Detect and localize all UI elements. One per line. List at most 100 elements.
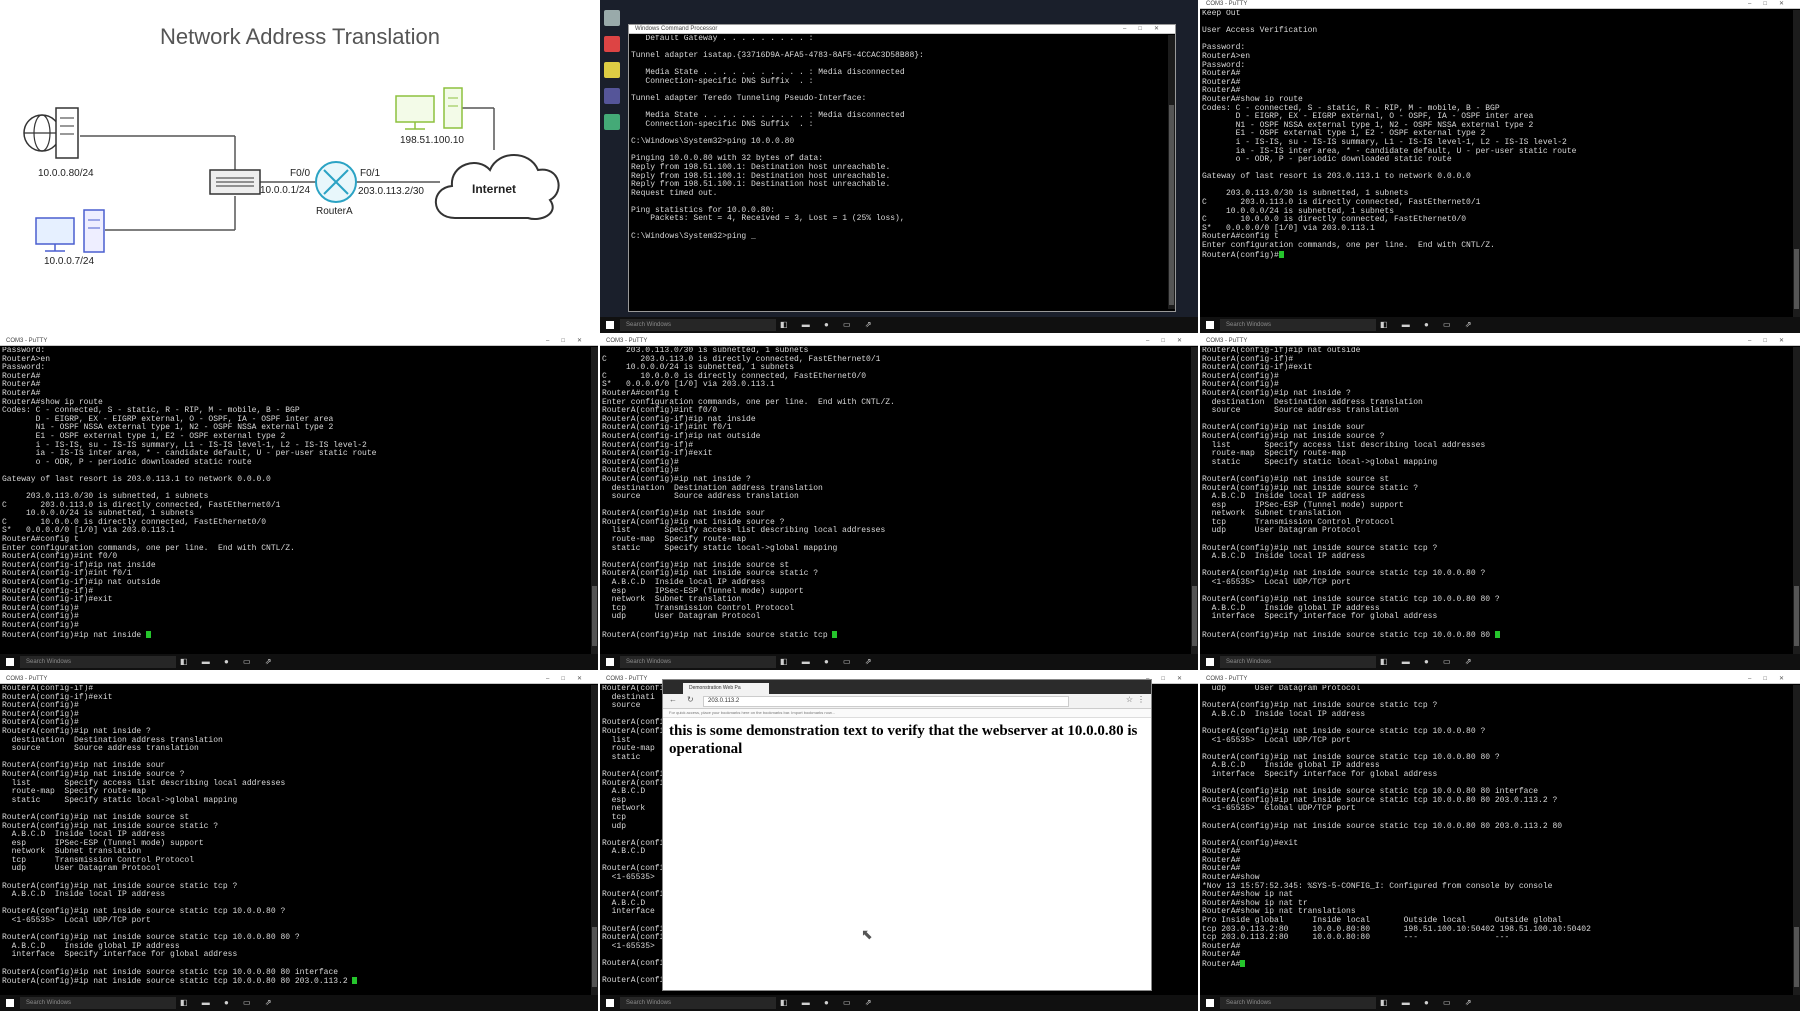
start-button[interactable] bbox=[1206, 658, 1214, 666]
putty-output[interactable]: RouterA(config-if)# RouterA(config-if)#e… bbox=[2, 685, 590, 991]
desktop-icons bbox=[602, 2, 624, 140]
taskbar: Search Windows ◧ ▬ ● ▭ ⇗ bbox=[1200, 995, 1800, 1011]
browser-tab-strip: Demonstration Web Pa bbox=[663, 680, 1151, 694]
putty-scrollbar[interactable] bbox=[591, 685, 598, 995]
start-button[interactable] bbox=[1206, 999, 1214, 1007]
taskbar-apps[interactable]: ◧ ▬ ● ▭ ⇗ bbox=[780, 658, 878, 666]
putty-titlebar[interactable]: COM3 - PuTTY –□✕ bbox=[1200, 675, 1800, 684]
browser-window[interactable]: Demonstration Web Pa ← ↻ 203.0.113.2 ☆ ⋮… bbox=[662, 679, 1152, 991]
mouse-pointer: ⬉ bbox=[861, 926, 873, 942]
taskbar-search[interactable]: Search Windows bbox=[1220, 319, 1376, 331]
taskbar-apps[interactable]: ◧ ▬ ● ▭ ⇗ bbox=[780, 999, 878, 1007]
putty-window-2: COM3 - PuTTY –□✕ Password: RouterA>en Pas… bbox=[0, 337, 598, 670]
taskbar: Search Windows ◧ ▬ ● ▭ ⇗ bbox=[1200, 317, 1800, 333]
putty-output[interactable]: 203.0.113.0/30 is subnetted, 1 subnets C… bbox=[602, 347, 1190, 650]
putty-scrollbar[interactable] bbox=[591, 347, 598, 654]
nat-diagram-slide: Network Address Translation 10.0.0.80/24… bbox=[0, 0, 598, 333]
taskbar-search[interactable]: Search Windows bbox=[1220, 997, 1376, 1009]
taskbar-search[interactable]: Search Windows bbox=[20, 997, 176, 1009]
start-button[interactable] bbox=[6, 999, 14, 1007]
browser-toolbar: ← ↻ 203.0.113.2 ☆ ⋮ bbox=[663, 694, 1151, 709]
remote-pc-icon bbox=[395, 87, 463, 130]
taskbar-search[interactable]: Search Windows bbox=[620, 997, 776, 1009]
address-bar[interactable]: 203.0.113.2 bbox=[703, 696, 1069, 707]
server-ip-label: 10.0.0.80/24 bbox=[38, 168, 94, 179]
putty-scrollbar[interactable] bbox=[1793, 10, 1800, 317]
taskbar-search[interactable]: Search Windows bbox=[1220, 656, 1376, 668]
putty-window-1: COM3 - PuTTY –□✕ Keep Out User Access Ver… bbox=[1200, 0, 1800, 333]
router-name-label: RouterA bbox=[316, 206, 353, 217]
putty-window-7: COM3 - PuTTY –□✕ udp User Datagram Protoc… bbox=[1200, 675, 1800, 1011]
putty-window-5: COM3 - PuTTY –□✕ RouterA(config-if)# Rout… bbox=[0, 675, 598, 1011]
switch-icon bbox=[209, 169, 261, 195]
taskbar-apps[interactable]: ◧ ▬ ● ▭ ⇗ bbox=[180, 658, 278, 666]
putty-scrollbar[interactable] bbox=[1191, 347, 1198, 654]
chrome-icon[interactable] bbox=[604, 36, 620, 52]
taskbar-search[interactable]: Search Windows bbox=[20, 656, 176, 668]
windows-desktop-cmd: Windows Command Processor –□✕ Default Gat… bbox=[600, 0, 1198, 333]
recycle-bin-icon[interactable] bbox=[604, 10, 620, 26]
wireshark-icon[interactable] bbox=[604, 114, 620, 130]
taskbar: Search Windows ◧ ▬ ● ▭ ⇗ bbox=[0, 654, 598, 670]
bookmark-star-icon[interactable]: ☆ bbox=[1126, 695, 1133, 704]
cmd-titlebar[interactable]: Windows Command Processor –□✕ bbox=[629, 25, 1175, 34]
internet-label: Internet bbox=[472, 182, 517, 196]
f01-label: F0/1 bbox=[360, 168, 381, 179]
cmd-window[interactable]: Windows Command Processor –□✕ Default Gat… bbox=[628, 24, 1176, 312]
taskbar-apps[interactable]: ◧ ▬ ● ▭ ⇗ bbox=[1380, 999, 1478, 1007]
taskbar-search[interactable]: Search Windows bbox=[620, 656, 776, 668]
taskbar: Search Windows ◧ ▬ ● ▭ ⇗ bbox=[0, 995, 598, 1011]
pc-ip-label: 10.0.0.7/24 bbox=[44, 256, 95, 267]
router-icon bbox=[315, 161, 357, 203]
bookmarks-bar[interactable]: For quick access, place your bookmarks h… bbox=[663, 709, 1151, 718]
back-icon[interactable]: ← bbox=[669, 695, 677, 704]
taskbar-apps[interactable]: ◧ ▬ ● ▭ ⇗ bbox=[780, 321, 878, 329]
taskbar: Search Windows ◧ ▬ ● ▭ ⇗ bbox=[600, 317, 1198, 333]
putty-output[interactable]: udp User Datagram Protocol RouterA(confi… bbox=[1202, 685, 1792, 991]
f00-label: F0/0 bbox=[290, 168, 311, 179]
pc-icon bbox=[35, 209, 105, 253]
putty-titlebar[interactable]: COM3 - PuTTY –□✕ bbox=[1200, 337, 1800, 346]
start-button[interactable] bbox=[606, 999, 614, 1007]
cmd-scrollbar[interactable] bbox=[1168, 35, 1175, 309]
taskbar: Search Windows ◧ ▬ ● ▭ ⇗ bbox=[600, 654, 1198, 670]
putty-window-3: COM3 - PuTTY –□✕ 203.0.113.0/30 is subnet… bbox=[600, 337, 1198, 670]
putty-titlebar[interactable]: COM3 - PuTTY –□✕ bbox=[0, 337, 598, 346]
cmd-output[interactable]: Default Gateway . . . . . . . . . : Tunn… bbox=[631, 35, 1165, 291]
putty-titlebar[interactable]: COM3 - PuTTY –□✕ bbox=[600, 337, 1198, 346]
start-button[interactable] bbox=[606, 658, 614, 666]
putty-titlebar[interactable]: COM3 - PuTTY –□✕ bbox=[1200, 0, 1800, 9]
folder-icon[interactable] bbox=[604, 62, 620, 78]
taskbar-apps[interactable]: ◧ ▬ ● ▭ ⇗ bbox=[180, 999, 278, 1007]
menu-icon[interactable]: ⋮ bbox=[1137, 695, 1145, 704]
putty-titlebar[interactable]: COM3 - PuTTY –□✕ bbox=[0, 675, 598, 684]
f01-ip-label: 203.0.113.2/30 bbox=[358, 186, 424, 197]
putty-scrollbar[interactable] bbox=[1793, 347, 1800, 654]
server-icon bbox=[23, 107, 79, 159]
taskbar-search[interactable]: Search Windows bbox=[620, 319, 776, 331]
remote-ip-label: 198.51.100.10 bbox=[400, 135, 464, 146]
putty-output[interactable]: RouterA(config-if)#ip nat outside Router… bbox=[1202, 347, 1792, 650]
putty-scrollbar[interactable] bbox=[1793, 685, 1800, 995]
start-button[interactable] bbox=[6, 658, 14, 666]
start-button[interactable] bbox=[606, 321, 614, 329]
f00-ip-label: 10.0.0.1/24 bbox=[260, 185, 311, 196]
putty-browser-cell: COM3 - PuTTY –□✕ RouterA(config destinati… bbox=[600, 675, 1198, 1011]
taskbar-apps[interactable]: ◧ ▬ ● ▭ ⇗ bbox=[1380, 658, 1478, 666]
text-cursor bbox=[1240, 960, 1246, 967]
putty-output[interactable]: Password: RouterA>en Password: RouterA# … bbox=[2, 347, 590, 650]
putty-output[interactable]: Keep Out User Access Verification Passwo… bbox=[1202, 10, 1792, 313]
putty-window-4: COM3 - PuTTY –□✕ RouterA(config-if)#ip na… bbox=[1200, 337, 1800, 670]
putty-icon[interactable] bbox=[604, 88, 620, 104]
start-button[interactable] bbox=[1206, 321, 1214, 329]
text-cursor bbox=[146, 630, 152, 638]
taskbar: Search Windows ◧ ▬ ● ▭ ⇗ bbox=[600, 995, 1198, 1011]
reload-icon[interactable]: ↻ bbox=[687, 695, 694, 704]
page-content: this is some demonstration text to verif… bbox=[669, 723, 1138, 757]
browser-tab[interactable]: Demonstration Web Pa bbox=[683, 683, 769, 694]
network-topology bbox=[23, 87, 560, 253]
text-cursor bbox=[352, 977, 358, 985]
text-cursor bbox=[1494, 630, 1500, 638]
taskbar-apps[interactable]: ◧ ▬ ● ▭ ⇗ bbox=[1380, 321, 1478, 329]
text-cursor bbox=[1278, 250, 1284, 258]
